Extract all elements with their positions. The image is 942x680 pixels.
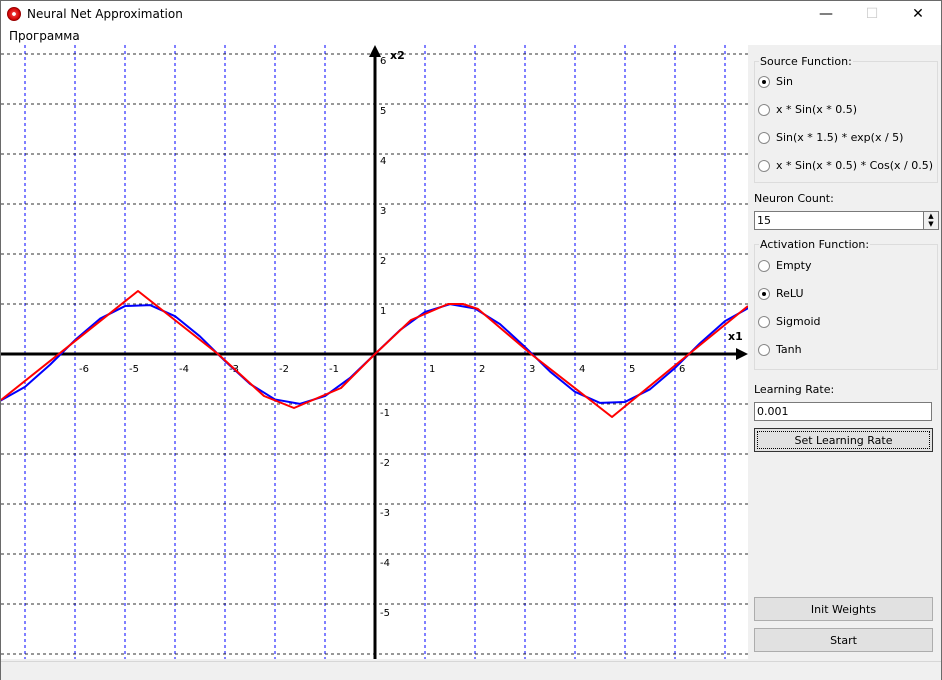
set-learning-rate-button[interactable]: Set Learning Rate	[754, 428, 933, 452]
radio-button-icon[interactable]	[758, 103, 770, 116]
y-axis-label: x2	[390, 49, 405, 62]
init-weights-button[interactable]: Init Weights	[754, 597, 933, 621]
source-function-radio-1[interactable]: x * Sin(x * 0.5)	[758, 103, 857, 116]
activation-function-radio-1[interactable]: ReLU	[758, 287, 804, 300]
plot-canvas: -6-5-4-3-2-1123456654321-1-2-3-4-5-6x1x2	[1, 45, 748, 659]
maximize-button[interactable]: ☐	[849, 1, 895, 27]
activation-function-radio-3[interactable]: Tanh	[758, 343, 802, 356]
radio-label: ReLU	[776, 287, 804, 300]
radio-label: x * Sin(x * 0.5)	[776, 103, 858, 116]
y-tick-label: 2	[380, 256, 386, 267]
radio-label: x * Sin(x * 0.5) * Cos(x / 0.5)	[776, 159, 934, 172]
x-tick-label: -2	[279, 364, 289, 375]
control-panel: Source Function: Sin x * Sin(x * 0.5) Sin(…	[749, 45, 942, 661]
title-bar: Neural Net Approximation — ☐ ✕	[1, 1, 941, 27]
y-tick-label: -6	[380, 658, 390, 659]
menu-program[interactable]: Программа	[9, 29, 80, 43]
source-function-label: Source Function:	[760, 55, 852, 68]
radio-button-icon[interactable]	[758, 343, 770, 356]
start-button[interactable]: Start	[754, 628, 933, 652]
spin-up-icon[interactable]: ▲	[924, 212, 938, 220]
x-tick-label: -4	[179, 364, 189, 375]
x-axis-label: x1	[728, 330, 743, 343]
radio-label: Empty	[776, 259, 812, 272]
neuron-count-spinner[interactable]: ▲ ▼	[923, 211, 939, 230]
radio-label: Sin	[776, 75, 794, 88]
y-tick-label: -5	[380, 608, 390, 619]
y-tick-label: -4	[380, 558, 390, 569]
radio-button-icon[interactable]	[758, 159, 770, 172]
radio-label: Tanh	[776, 343, 802, 356]
status-bar	[1, 661, 941, 680]
source-function-radio-0[interactable]: Sin	[758, 75, 793, 88]
radio-button-icon[interactable]	[758, 131, 770, 144]
window-title: Neural Net Approximation	[27, 7, 183, 21]
x-tick-label: 1	[429, 364, 435, 375]
x-tick-label: 2	[479, 364, 485, 375]
x-tick-label: 4	[579, 364, 585, 375]
learning-rate-input[interactable]: 0.001	[754, 402, 932, 421]
radio-button-icon[interactable]	[758, 259, 770, 272]
radio-button-icon[interactable]	[758, 75, 770, 88]
activation-function-radio-2[interactable]: Sigmoid	[758, 315, 821, 328]
y-tick-label: 1	[380, 306, 386, 317]
neuron-count-label: Neuron Count:	[754, 192, 834, 205]
y-tick-label: -3	[380, 508, 390, 519]
radio-label: Sigmoid	[776, 315, 821, 328]
y-tick-label: -1	[380, 408, 390, 419]
radio-label: Sin(x * 1.5) * exp(x / 5)	[776, 131, 904, 144]
app-icon	[7, 7, 21, 21]
source-function-radio-2[interactable]: Sin(x * 1.5) * exp(x / 5)	[758, 131, 903, 144]
radio-button-icon[interactable]	[758, 287, 770, 300]
activation-function-radio-0[interactable]: Empty	[758, 259, 811, 272]
y-tick-label: 6	[380, 56, 386, 67]
learning-rate-label: Learning Rate:	[754, 383, 835, 396]
close-button[interactable]: ✕	[895, 1, 941, 27]
spin-down-icon[interactable]: ▼	[924, 220, 938, 228]
x-tick-label: -5	[129, 364, 139, 375]
x-tick-label: 6	[679, 364, 685, 375]
activation-function-label: Activation Function:	[760, 238, 870, 251]
x-tick-label: 5	[629, 364, 635, 375]
neuron-count-input[interactable]: 15	[754, 211, 924, 230]
x-tick-label: -1	[329, 364, 339, 375]
y-tick-label: 3	[380, 206, 386, 217]
menu-bar: Программа	[1, 27, 941, 45]
radio-button-icon[interactable]	[758, 315, 770, 328]
y-tick-label: 5	[380, 106, 386, 117]
y-tick-label: -2	[380, 458, 390, 469]
x-tick-label: 3	[529, 364, 535, 375]
x-axis-arrow-icon	[736, 348, 748, 360]
y-tick-label: 4	[380, 156, 386, 167]
minimize-button[interactable]: —	[803, 1, 849, 27]
x-tick-label: -6	[79, 364, 89, 375]
source-function-radio-3[interactable]: x * Sin(x * 0.5) * Cos(x / 0.5)	[758, 159, 933, 172]
